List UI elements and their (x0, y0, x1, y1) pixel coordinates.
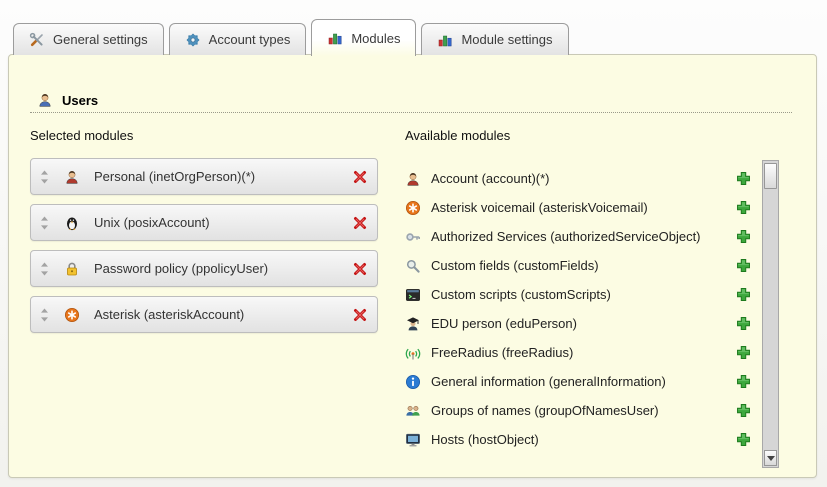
available-module-row: Custom fields (customFields) (405, 251, 755, 280)
add-module-button[interactable] (736, 316, 751, 331)
magnifier-icon (405, 258, 421, 274)
available-module-label: Groups of names (groupOfNamesUser) (431, 403, 726, 418)
add-module-button[interactable] (736, 432, 751, 447)
tab-general-settings[interactable]: General settings (13, 23, 164, 55)
section-divider (30, 112, 792, 113)
add-module-button[interactable] (736, 171, 751, 186)
terminal-icon (405, 287, 421, 303)
section-header: Users (37, 92, 98, 108)
info-icon (405, 374, 421, 390)
available-module-row: Hosts (hostObject) (405, 425, 755, 454)
available-module-row: FreeRadius (freeRadius) (405, 338, 755, 367)
scrollbar-down-button[interactable] (764, 450, 777, 466)
add-module-button[interactable] (736, 403, 751, 418)
asterisk-icon (64, 307, 80, 323)
graduate-icon (405, 316, 421, 332)
lock-icon (64, 261, 80, 277)
remove-module-button[interactable] (352, 169, 368, 185)
person-icon (405, 171, 421, 187)
add-module-button[interactable] (736, 229, 751, 244)
available-module-row: EDU person (eduPerson) (405, 309, 755, 338)
available-module-label: Custom fields (customFields) (431, 258, 726, 273)
remove-module-button[interactable] (352, 261, 368, 277)
tab-label: Modules (351, 31, 400, 46)
remove-module-button[interactable] (352, 307, 368, 323)
available-modules-list: Account (account)(*) Asterisk voicemail (… (405, 164, 755, 454)
person-icon (64, 169, 80, 185)
selected-module-label: Personal (inetOrgPerson)(*) (94, 169, 255, 184)
selected-modules-heading: Selected modules (30, 128, 133, 143)
selected-module-row: Asterisk (asteriskAccount) (30, 296, 378, 333)
available-module-row: Account (account)(*) (405, 164, 755, 193)
available-module-row: Groups of names (groupOfNamesUser) (405, 396, 755, 425)
selected-module-label: Password policy (ppolicyUser) (94, 261, 268, 276)
asterisk-icon (405, 200, 421, 216)
scrollbar-thumb[interactable] (764, 163, 777, 189)
key-icon (405, 229, 421, 245)
tab-bar: General settings Account types Modules Modu… (13, 18, 569, 55)
penguin-icon (64, 215, 80, 231)
drag-handle-icon[interactable] (40, 262, 50, 276)
chart-icon (327, 30, 343, 46)
tab-label: Module settings (461, 32, 552, 47)
available-module-row: Authorized Services (authorizedServiceOb… (405, 222, 755, 251)
available-module-label: Authorized Services (authorizedServiceOb… (431, 229, 726, 244)
available-module-label: Account (account)(*) (431, 171, 726, 186)
add-module-button[interactable] (736, 287, 751, 302)
available-modules-heading: Available modules (405, 128, 510, 143)
add-module-button[interactable] (736, 200, 751, 215)
group-icon (405, 403, 421, 419)
tab-modules[interactable]: Modules (311, 19, 416, 56)
selected-modules-list: Personal (inetOrgPerson)(*) Unix (posixAc… (30, 158, 378, 342)
tools-icon (29, 32, 45, 48)
monitor-icon (405, 432, 421, 448)
drag-handle-icon[interactable] (40, 308, 50, 322)
remove-module-button[interactable] (352, 215, 368, 231)
available-module-row: Custom scripts (customScripts) (405, 280, 755, 309)
available-module-label: General information (generalInformation) (431, 374, 726, 389)
available-module-label: Hosts (hostObject) (431, 432, 726, 447)
add-module-button[interactable] (736, 345, 751, 360)
available-module-row: General information (generalInformation) (405, 367, 755, 396)
add-module-button[interactable] (736, 258, 751, 273)
available-module-label: Asterisk voicemail (asteriskVoicemail) (431, 200, 726, 215)
scrollbar[interactable] (762, 160, 779, 468)
tab-account-types[interactable]: Account types (169, 23, 307, 55)
tab-label: Account types (209, 32, 291, 47)
selected-module-row: Password policy (ppolicyUser) (30, 250, 378, 287)
available-module-label: EDU person (eduPerson) (431, 316, 726, 331)
chart-icon (437, 32, 453, 48)
gear-icon (185, 32, 201, 48)
available-module-label: FreeRadius (freeRadius) (431, 345, 726, 360)
add-module-button[interactable] (736, 374, 751, 389)
selected-module-label: Unix (posixAccount) (94, 215, 210, 230)
antenna-icon (405, 345, 421, 361)
tab-label: General settings (53, 32, 148, 47)
section-title: Users (62, 93, 98, 108)
selected-module-label: Asterisk (asteriskAccount) (94, 307, 244, 322)
available-module-label: Custom scripts (customScripts) (431, 287, 726, 302)
chevron-down-icon (767, 456, 775, 461)
tab-module-settings[interactable]: Module settings (421, 23, 568, 55)
selected-module-row: Personal (inetOrgPerson)(*) (30, 158, 378, 195)
selected-module-row: Unix (posixAccount) (30, 204, 378, 241)
drag-handle-icon[interactable] (40, 170, 50, 184)
drag-handle-icon[interactable] (40, 216, 50, 230)
available-module-row: Asterisk voicemail (asteriskVoicemail) (405, 193, 755, 222)
user-icon (37, 92, 53, 108)
